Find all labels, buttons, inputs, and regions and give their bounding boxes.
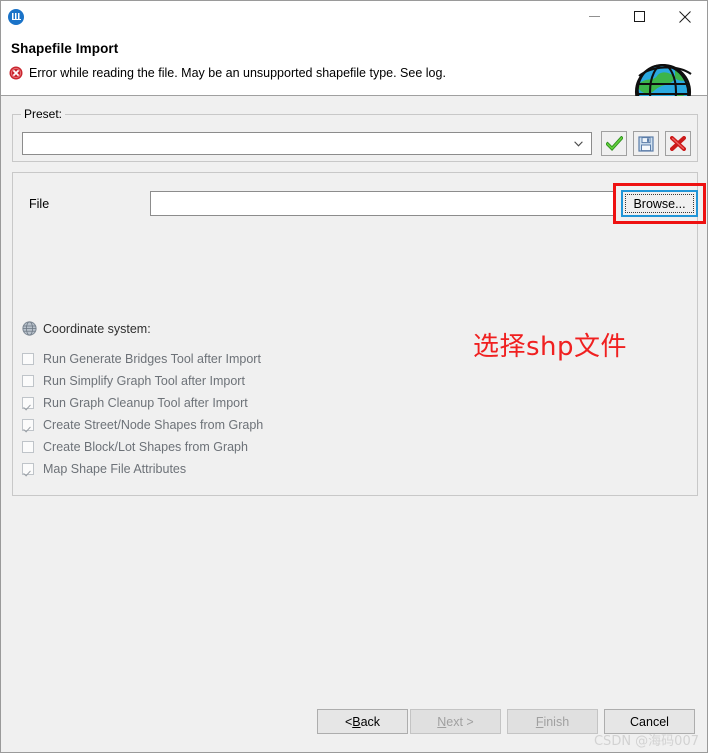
back-button[interactable]: < Back [317, 709, 408, 734]
dialog-body: Preset: File Browse... Coordinate system… [1, 96, 707, 699]
next-button: Next > [410, 709, 501, 734]
error-message-row: Error while reading the file. May be an … [9, 66, 446, 80]
maximize-icon[interactable] [617, 1, 662, 32]
globe-wireframe-icon [22, 321, 37, 336]
preset-group: Preset: [12, 107, 698, 162]
save-preset-button[interactable] [633, 131, 659, 156]
shapefile-import-dialog: Shapefile Import Error while reading the… [0, 0, 708, 753]
chevron-down-icon [574, 141, 583, 147]
title-bar [1, 1, 707, 32]
browse-button-wrapper: Browse... [613, 183, 706, 224]
apply-preset-button[interactable] [601, 131, 627, 156]
window-controls [572, 1, 707, 32]
checkbox[interactable] [22, 375, 34, 387]
checkbox[interactable] [22, 441, 34, 453]
option-run-simplify-graph[interactable]: Run Simplify Graph Tool after Import [22, 370, 263, 392]
option-create-street-node-shapes[interactable]: Create Street/Node Shapes from Graph [22, 414, 263, 436]
browse-button[interactable]: Browse... [621, 190, 698, 217]
delete-preset-button[interactable] [665, 131, 691, 156]
checkbox[interactable] [22, 419, 34, 431]
option-label: Map Shape File Attributes [43, 462, 187, 476]
close-icon[interactable] [662, 1, 707, 32]
option-run-graph-cleanup[interactable]: Run Graph Cleanup Tool after Import [22, 392, 263, 414]
file-path-input[interactable] [150, 191, 616, 216]
preset-group-label: Preset: [21, 107, 66, 121]
error-icon [9, 66, 23, 80]
dialog-footer: < Back Next > Finish Cancel CSDN @海码007 [1, 699, 707, 752]
app-logo-icon [8, 8, 24, 25]
option-label: Run Graph Cleanup Tool after Import [43, 396, 248, 410]
import-options-list: Run Generate Bridges Tool after Import R… [22, 348, 263, 480]
checkbox[interactable] [22, 463, 34, 475]
dialog-header: Shapefile Import Error while reading the… [1, 32, 707, 121]
file-label: File [29, 197, 50, 211]
red-x-icon [670, 136, 686, 151]
watermark: CSDN @海码007 [593, 734, 699, 749]
option-create-block-lot-shapes[interactable]: Create Block/Lot Shapes from Graph [22, 436, 263, 458]
minimize-icon[interactable] [572, 1, 617, 32]
page-title: Shapefile Import [11, 41, 119, 56]
error-message-text: Error while reading the file. May be an … [29, 66, 446, 80]
checkbox[interactable] [22, 397, 34, 409]
coordinate-system-row: Coordinate system: [22, 321, 151, 336]
option-label: Create Block/Lot Shapes from Graph [43, 440, 248, 454]
option-label: Run Generate Bridges Tool after Import [43, 352, 261, 366]
floppy-disk-icon [638, 135, 654, 152]
checkbox[interactable] [22, 353, 34, 365]
option-label: Run Simplify Graph Tool after Import [43, 374, 245, 388]
finish-button: Finish [507, 709, 598, 734]
option-run-generate-bridges[interactable]: Run Generate Bridges Tool after Import [22, 348, 263, 370]
coordinate-system-label: Coordinate system: [43, 321, 151, 336]
preset-combo[interactable] [22, 132, 592, 155]
annotation-text: 选择shp文件 [473, 332, 628, 362]
green-check-icon [605, 136, 623, 151]
option-label: Create Street/Node Shapes from Graph [43, 418, 264, 432]
option-map-shape-file-attributes[interactable]: Map Shape File Attributes [22, 458, 263, 480]
